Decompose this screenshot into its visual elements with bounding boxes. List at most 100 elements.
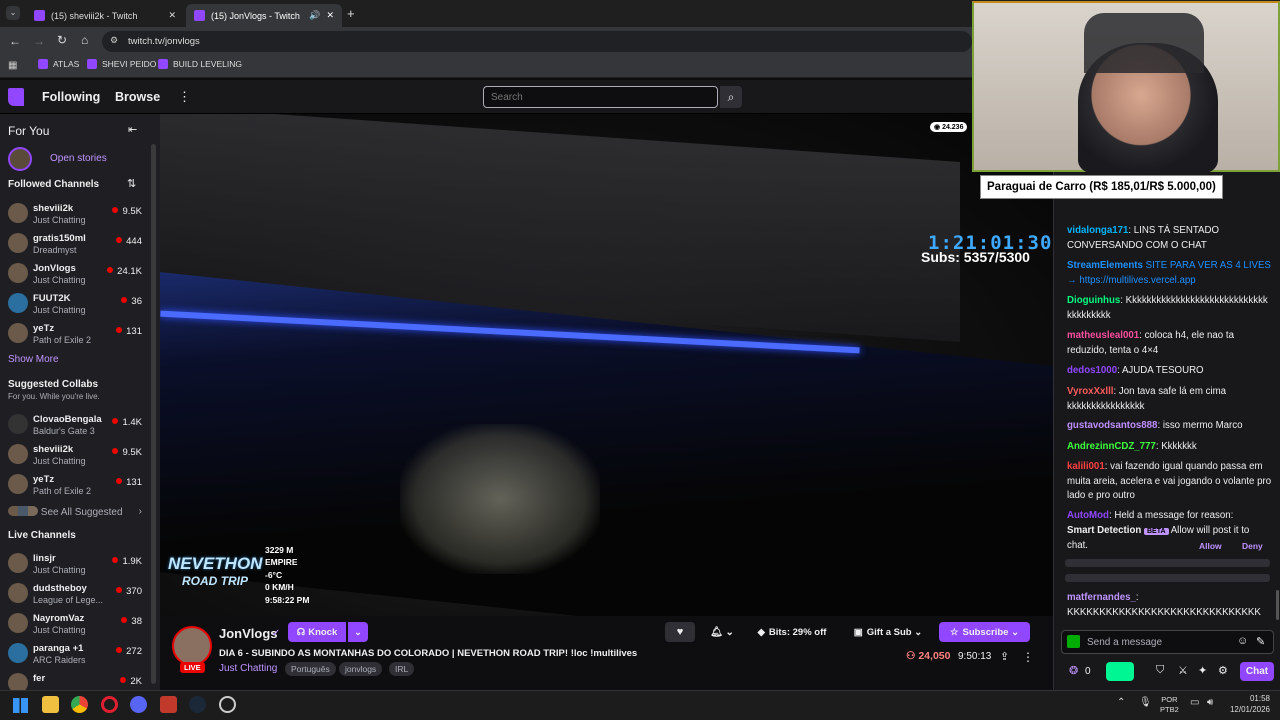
chat-badge-icon[interactable] — [1067, 635, 1080, 648]
knock-button[interactable]: ☊ Knock — [288, 622, 346, 642]
clock[interactable]: 01:58 12/01/2026 — [1225, 694, 1270, 715]
sword-icon[interactable]: ⚔ — [1178, 664, 1188, 677]
wand-icon[interactable]: ✦ — [1198, 664, 1207, 677]
apps-icon[interactable]: ▦ — [8, 60, 17, 71]
forward-icon[interactable]: → — [33, 34, 45, 48]
bookmark-atlas[interactable]: ATLAS — [38, 59, 79, 69]
sort-icon[interactable]: ⇅ — [127, 177, 136, 190]
chat-input[interactable]: Send a message ☺ ✎ — [1061, 630, 1274, 654]
twitch-logo-icon[interactable] — [8, 88, 24, 106]
tag-irl[interactable]: IRL — [389, 662, 415, 676]
sidebar-item-linsjr[interactable]: linsjr Just Chatting 1.9K — [8, 550, 148, 580]
category-link[interactable]: Just Chatting — [219, 663, 277, 674]
sidebar-item-jonvlogs[interactable]: JonVlogs Just Chatting 24.1K — [8, 260, 148, 290]
see-all-suggested-link[interactable]: See All Suggested › — [8, 506, 148, 518]
more-options-icon[interactable]: ⋮ — [1022, 650, 1034, 664]
streamer-app-icon[interactable] — [160, 696, 177, 713]
discord-icon[interactable] — [130, 696, 147, 713]
opera-icon[interactable] — [101, 696, 118, 713]
open-stories-link[interactable]: Open stories — [50, 153, 107, 164]
monitor-icon[interactable]: ▭ — [1190, 697, 1199, 708]
follow-button[interactable]: ♥ — [665, 622, 695, 642]
file-explorer-icon[interactable] — [42, 696, 59, 713]
sidebar-scrollbar[interactable] — [151, 144, 156, 684]
sidebar-item-fer[interactable]: fer 2K — [8, 670, 148, 690]
speaker-icon[interactable]: 🔊 — [309, 10, 320, 21]
sidebar-item-sheviii2k-collab[interactable]: sheviii2k Just Chatting 9.5K — [8, 441, 148, 471]
nav-following[interactable]: Following — [42, 90, 100, 104]
tab-jonvlogs[interactable]: (15) JonVlogs - Twitch 🔊 ✕ — [186, 4, 342, 27]
back-icon[interactable]: ← — [9, 34, 21, 48]
nav-browse[interactable]: Browse — [115, 90, 160, 104]
gear-icon[interactable]: ⚙ — [1218, 664, 1228, 677]
tab-sheviii2k[interactable]: (15) sheviii2k - Twitch ✕ — [26, 4, 184, 27]
bookmark-shevi-peido[interactable]: SHEVI PEIDO — [87, 59, 156, 69]
language-indicator[interactable]: POR PTB2 — [1160, 695, 1179, 715]
more-icon[interactable]: ⋮ — [178, 89, 191, 105]
channel-points-icon[interactable]: ❂ — [1069, 664, 1078, 677]
close-icon[interactable]: ✕ — [326, 10, 334, 21]
avatar — [8, 414, 28, 434]
chat-username: matfernandes_ — [1067, 592, 1136, 603]
notifications-button[interactable]: 🔔︎ ⌄ — [702, 622, 742, 642]
sidebar-item-clovaobengala[interactable]: ClovaoBengala Baldur's Gate 3 1.4K — [8, 411, 148, 441]
stories-avatar[interactable] — [8, 147, 32, 171]
chevron-down-icon: ⌄ — [1011, 626, 1020, 638]
sidebar-item-paranga[interactable]: paranga +1 ARC Raiders 272 — [8, 640, 148, 670]
search-input[interactable] — [483, 86, 718, 108]
avatar — [8, 233, 28, 253]
sidebar-item-yetz[interactable]: yeTz Path of Exile 2 131 — [8, 320, 148, 350]
sidebar-item-gratis150ml[interactable]: gratis150ml Dreadmyst 444 — [8, 230, 148, 260]
video-player[interactable]: ◉ 24.236 1:21:01:30 Subs: 5357/5300 NEVE… — [160, 114, 1053, 616]
tab-search-icon[interactable]: ⌄ — [6, 6, 20, 20]
sidebar-item-sheviii2k[interactable]: sheviii2k Just Chatting 9.5K — [8, 200, 148, 230]
sidebar-item-nayromvaz[interactable]: NayromVaz Just Chatting 38 — [8, 610, 148, 640]
allow-button[interactable]: Allow — [1199, 541, 1222, 551]
tag-jonvlogs[interactable]: jonvlogs — [339, 662, 383, 676]
home-icon[interactable]: ⌂ — [81, 33, 88, 47]
channel-points-count: 0 — [1085, 666, 1091, 677]
deny-button[interactable]: Deny — [1242, 541, 1263, 551]
tag-portugues[interactable]: Português — [285, 662, 336, 676]
emote-icon[interactable]: ☺ — [1237, 635, 1248, 647]
reload-icon[interactable]: ↻ — [57, 33, 67, 47]
channel-name[interactable]: JonVlogs — [219, 626, 278, 641]
volume-icon[interactable]: 🔊︎ — [1207, 697, 1213, 708]
windows-start-icon[interactable] — [13, 698, 28, 713]
close-icon[interactable]: ✕ — [168, 10, 176, 21]
live-badge: LIVE — [180, 662, 205, 673]
sidebar-item-dudstheboy[interactable]: dudstheboy League of Lege... 370 — [8, 580, 148, 610]
obs-icon[interactable] — [219, 696, 236, 713]
emote-picker-icon[interactable]: ✎ — [1256, 635, 1265, 648]
bits-icon: ◆ — [757, 626, 765, 638]
url-field[interactable]: ⚙ twitch.tv/jonvlogs — [102, 31, 972, 52]
bookmark-build-leveling[interactable]: BUILD LEVELING — [158, 59, 242, 69]
avatar — [8, 263, 28, 283]
collapse-icon[interactable]: ⇤ — [128, 123, 137, 136]
search-button[interactable]: ⌕ — [720, 86, 742, 108]
predictions-button[interactable] — [1106, 662, 1134, 681]
sidebar-item-yetz-collab[interactable]: yeTz Path of Exile 2 131 — [8, 471, 148, 501]
mic-icon[interactable]: 🎙︎ — [1139, 697, 1152, 708]
sidebar-item-fuut2k[interactable]: FUUT2K Just Chatting 36 — [8, 290, 148, 320]
gift-sub-button[interactable]: ▣ Gift a Sub ⌄ — [845, 622, 931, 642]
chat-button[interactable]: Chat — [1240, 662, 1274, 681]
person-icon: ⚇ — [906, 650, 916, 662]
sidebar: For You ⇤ Open stories Followed Channels… — [0, 114, 160, 690]
chat-message: matfernandes_: KKKKKKKKKKKKKKKKKKKKKKKKK… — [1067, 592, 1261, 618]
chevron-up-icon[interactable]: ⌃ — [1117, 697, 1125, 708]
chat-scrollbar[interactable] — [1276, 590, 1279, 620]
site-info-icon[interactable]: ⚙ — [110, 35, 118, 46]
steam-icon[interactable] — [189, 696, 206, 713]
share-icon[interactable]: ⇪ — [1000, 650, 1009, 663]
new-tab-button[interactable]: + — [347, 6, 355, 21]
bits-button[interactable]: ◆ Bits: 29% off — [750, 622, 834, 642]
chat-message: StreamElements SITE PARA VER AS 4 LIVES … — [1067, 260, 1271, 286]
subscribe-button[interactable]: ☆ Subscribe ⌄ — [939, 622, 1030, 642]
chrome-icon[interactable] — [71, 696, 88, 713]
show-more-link[interactable]: Show More — [8, 354, 59, 365]
nevethon-logo: NEVETHON ROAD TRIP — [168, 554, 263, 588]
knock-dropdown[interactable]: ⌄ — [348, 622, 368, 642]
channel-avatar[interactable] — [172, 626, 212, 666]
shield-icon[interactable]: ⛉ — [1156, 664, 1164, 677]
